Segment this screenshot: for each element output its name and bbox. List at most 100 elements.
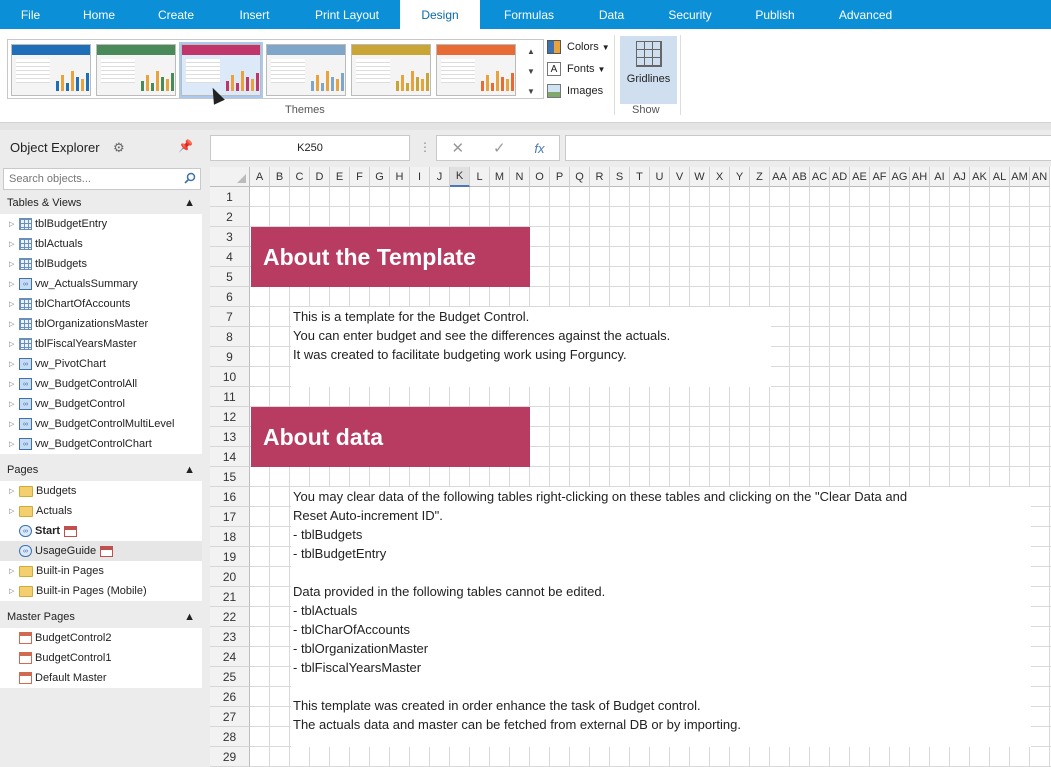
row-header[interactable]: 8 — [210, 327, 250, 347]
menu-tab-advanced[interactable]: Advanced — [815, 0, 916, 29]
column-header[interactable]: AJ — [950, 167, 970, 187]
about-data-banner[interactable]: About data — [251, 407, 530, 467]
page-item[interactable]: ∞ Start — [0, 521, 202, 541]
cancel-icon[interactable]: ✕ — [451, 139, 464, 157]
menu-tab-file[interactable]: File — [0, 0, 61, 29]
master-page-item[interactable]: Default Master — [0, 668, 202, 688]
column-header[interactable]: AH — [910, 167, 930, 187]
row-header[interactable]: 20 — [210, 567, 250, 587]
theme-thumbnail[interactable] — [266, 44, 346, 96]
row-header[interactable]: 11 — [210, 387, 250, 407]
template-description[interactable]: This is a template for the Budget Contro… — [291, 307, 771, 387]
column-header[interactable]: B — [270, 167, 290, 187]
row-header[interactable]: 6 — [210, 287, 250, 307]
theme-thumbnail[interactable] — [179, 42, 263, 98]
column-header[interactable]: S — [610, 167, 630, 187]
theme-thumbnail[interactable] — [11, 44, 91, 96]
row-header[interactable]: 22 — [210, 607, 250, 627]
page-item[interactable]: ∞ UsageGuide — [0, 541, 202, 561]
column-header[interactable]: T — [630, 167, 650, 187]
column-header[interactable]: Z — [750, 167, 770, 187]
row-header[interactable]: 1 — [210, 187, 250, 207]
expand-icon[interactable]: ▷ — [9, 567, 19, 575]
table-item[interactable]: ▷ ∞ vw_BudgetControl — [0, 394, 202, 414]
column-header[interactable]: D — [310, 167, 330, 187]
menu-tab-data[interactable]: Data — [578, 0, 645, 29]
column-header[interactable]: O — [530, 167, 550, 187]
column-header[interactable]: V — [670, 167, 690, 187]
menu-tab-insert[interactable]: Insert — [215, 0, 294, 29]
column-header[interactable]: M — [490, 167, 510, 187]
master-page-item[interactable]: BudgetControl1 — [0, 648, 202, 668]
row-header[interactable]: 9 — [210, 347, 250, 367]
column-header[interactable]: AD — [830, 167, 850, 187]
column-header[interactable]: AK — [970, 167, 990, 187]
gallery-down-icon[interactable]: ▼ — [524, 61, 538, 81]
row-header[interactable]: 24 — [210, 647, 250, 667]
theme-thumbnail[interactable] — [96, 44, 176, 96]
expand-icon[interactable]: ▷ — [9, 260, 19, 268]
column-header[interactable]: P — [550, 167, 570, 187]
menu-tab-design[interactable]: Design — [400, 0, 480, 29]
row-header[interactable]: 16 — [210, 487, 250, 507]
column-header[interactable]: R — [590, 167, 610, 187]
row-header[interactable]: 29 — [210, 747, 250, 767]
expand-icon[interactable]: ▷ — [9, 320, 19, 328]
column-header[interactable]: U — [650, 167, 670, 187]
menu-tab-publish[interactable]: Publish — [735, 0, 815, 29]
gear-icon[interactable]: ⚙ — [113, 140, 125, 156]
column-header[interactable]: AM — [1010, 167, 1030, 187]
table-item[interactable]: ▷ ∞ vw_PivotChart — [0, 354, 202, 374]
table-item[interactable]: ▷ ∞ vw_BudgetControlMultiLevel — [0, 414, 202, 434]
row-header[interactable]: 17 — [210, 507, 250, 527]
table-item[interactable]: ▷ tblOrganizationsMaster — [0, 314, 202, 334]
row-header[interactable]: 7 — [210, 307, 250, 327]
column-header[interactable]: AG — [890, 167, 910, 187]
row-header[interactable]: 27 — [210, 707, 250, 727]
table-item[interactable]: ▷ ∞ vw_ActualsSummary — [0, 274, 202, 294]
collapse-icon[interactable]: ▲ — [184, 464, 195, 476]
collapse-icon[interactable]: ▲ — [184, 197, 195, 209]
row-header[interactable]: 3 — [210, 227, 250, 247]
column-header[interactable]: AF — [870, 167, 890, 187]
column-header[interactable]: AA — [770, 167, 790, 187]
images-button[interactable]: Images — [547, 82, 603, 100]
page-item[interactable]: ▷ Built-in Pages (Mobile) — [0, 581, 202, 601]
column-header[interactable]: I — [410, 167, 430, 187]
select-all-corner[interactable] — [210, 167, 250, 187]
table-item[interactable]: ▷ tblActuals — [0, 234, 202, 254]
expand-icon[interactable]: ▷ — [9, 400, 19, 408]
menu-tab-formulas[interactable]: Formulas — [480, 0, 578, 29]
masters-section-header[interactable]: Master Pages ▲ — [0, 606, 202, 628]
table-item[interactable]: ▷ tblBudgetEntry — [0, 214, 202, 234]
fonts-button[interactable]: A Fonts ▼ — [547, 60, 605, 78]
column-header[interactable]: C — [290, 167, 310, 187]
name-box[interactable]: K250 — [210, 135, 410, 161]
row-header[interactable]: 18 — [210, 527, 250, 547]
row-header[interactable]: 15 — [210, 467, 250, 487]
expand-icon[interactable]: ▷ — [9, 220, 19, 228]
theme-thumbnail[interactable] — [436, 44, 516, 96]
row-header[interactable]: 14 — [210, 447, 250, 467]
row-header[interactable]: 5 — [210, 267, 250, 287]
page-item[interactable]: ▷ Built-in Pages — [0, 561, 202, 581]
row-header[interactable]: 4 — [210, 247, 250, 267]
table-item[interactable]: ▷ ∞ vw_BudgetControlChart — [0, 434, 202, 454]
column-header[interactable]: AE — [850, 167, 870, 187]
table-item[interactable]: ▷ tblBudgets — [0, 254, 202, 274]
gallery-more-icon[interactable]: ▼ — [524, 81, 538, 101]
column-header[interactable]: E — [330, 167, 350, 187]
row-header[interactable]: 19 — [210, 547, 250, 567]
column-header[interactable]: W — [690, 167, 710, 187]
table-item[interactable]: ▷ tblFiscalYearsMaster — [0, 334, 202, 354]
expand-icon[interactable]: ▷ — [9, 380, 19, 388]
row-header[interactable]: 25 — [210, 667, 250, 687]
row-header[interactable]: 21 — [210, 587, 250, 607]
data-description[interactable]: You may clear data of the following tabl… — [291, 487, 1031, 747]
column-header[interactable]: A — [250, 167, 270, 187]
tables-section-header[interactable]: Tables & Views ▲ — [0, 192, 202, 214]
row-header[interactable]: 12 — [210, 407, 250, 427]
column-header[interactable]: J — [430, 167, 450, 187]
row-header[interactable]: 26 — [210, 687, 250, 707]
table-item[interactable]: ▷ tblChartOfAccounts — [0, 294, 202, 314]
